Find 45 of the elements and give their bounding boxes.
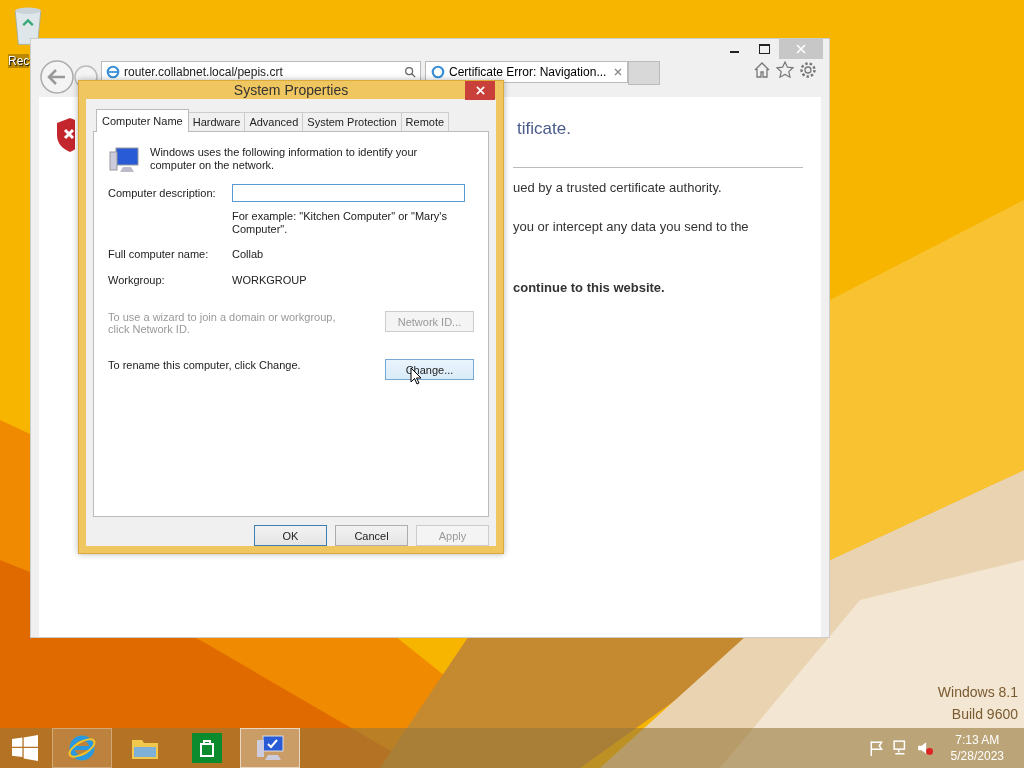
address-bar[interactable]: router.collabnet.local/pepis.crt xyxy=(101,61,421,83)
page-text: continue to this website. xyxy=(513,280,666,295)
page-text: ued by a trusted certificate authority. xyxy=(513,180,723,195)
taskbar-button[interactable] xyxy=(52,728,112,768)
dialog-button[interactable]: Cancel xyxy=(335,525,408,546)
dialog-tab[interactable]: Computer Name xyxy=(96,109,189,132)
description-field[interactable] xyxy=(232,184,465,202)
speaker-muted-icon[interactable] xyxy=(916,740,933,756)
field-value: WORKGROUP xyxy=(232,273,308,288)
taskbar-button[interactable] xyxy=(240,728,300,768)
dialog-tab[interactable]: Remote xyxy=(400,112,450,131)
close-icon[interactable] xyxy=(614,68,623,76)
star-icon[interactable] xyxy=(776,61,794,79)
desktop-icon-label: Rec xyxy=(8,54,30,68)
page-icon xyxy=(106,65,120,79)
home-icon[interactable] xyxy=(753,61,771,79)
globe-e-icon xyxy=(67,733,97,763)
search-icon[interactable] xyxy=(404,66,416,78)
computer-icon xyxy=(255,733,285,763)
action-text: To use a wizard to join a domain or workgroup, click Network ID. xyxy=(108,311,337,335)
browser-tab[interactable]: Certificate Error: Navigation... xyxy=(425,61,629,83)
page-text: you or intercept any data you send to the xyxy=(513,219,750,234)
page-icon xyxy=(431,65,445,79)
close-icon xyxy=(475,86,485,95)
hint-text: For example: "Kitchen Computer" or "Mary's Computer". xyxy=(232,209,448,237)
start-icon[interactable] xyxy=(12,735,38,761)
settings-icon[interactable] xyxy=(799,61,817,79)
store-icon xyxy=(192,733,222,763)
watermark-text: Windows 8.1 xyxy=(937,684,1018,700)
dialog-title: System Properties xyxy=(233,82,349,98)
watermark-text: Build 9600 xyxy=(951,706,1018,722)
field-label: Workgroup: xyxy=(108,273,166,288)
flag-icon[interactable] xyxy=(868,740,885,756)
close-button[interactable] xyxy=(465,81,495,100)
field-label: Computer description: xyxy=(108,186,217,201)
back-icon[interactable] xyxy=(39,59,75,95)
intro-text: Windows uses the following information to identify your computer on the network. xyxy=(150,146,419,172)
page-heading: tificate. xyxy=(517,119,572,139)
field-value: Collab xyxy=(232,247,265,262)
field-label: Full computer name: xyxy=(108,247,210,262)
dialog-button[interactable]: OK xyxy=(254,525,327,546)
close-icon xyxy=(796,44,806,54)
action-text: To rename this computer, click Change. xyxy=(108,359,302,371)
dialog-tab[interactable]: System Protection xyxy=(302,112,402,131)
shield-icon xyxy=(57,117,75,153)
